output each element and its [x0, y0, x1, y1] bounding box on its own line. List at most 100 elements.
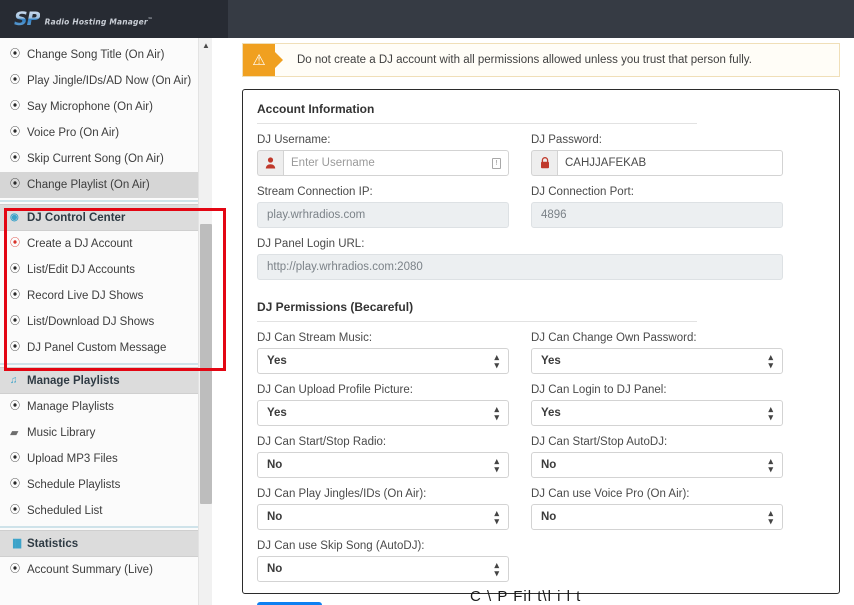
sidebar-item-change-song-title-on-air[interactable]: ⦿ Change Song Title (On Air) [0, 42, 211, 68]
caret-right-icon: ⦿ [10, 75, 20, 86]
brand-mark: SP [14, 8, 41, 30]
top-bar: SP Radio Hosting Manager™ [0, 0, 854, 38]
permission-select[interactable]: No ▴ ▾ [257, 556, 509, 582]
music-note-icon: ♫ [10, 374, 18, 386]
sidebar-item-create-a-dj-account[interactable]: ⦿ Create a DJ Account [0, 231, 211, 257]
username-input[interactable]: Enter Username ! [283, 150, 509, 176]
password-input[interactable]: CAHJJAFEKAB [557, 150, 783, 176]
sidebar-section-statistics[interactable]: ▐█ Statistics [0, 530, 211, 557]
account-information-title: Account Information [257, 102, 697, 124]
sidebar-item-music-library[interactable]: ▰ Music Library [0, 420, 211, 446]
permission-value: Yes [267, 355, 287, 367]
permission-select[interactable]: No ▴ ▾ [257, 504, 509, 530]
select-spinner-icon: ▴ ▾ [768, 508, 773, 526]
sidebar-item-label: Change Playlist (On Air) [27, 179, 150, 191]
permission-field-group: DJ Can Stream Music: Yes ▴ ▾ [257, 332, 509, 374]
permission-select[interactable]: No ▴ ▾ [257, 452, 509, 478]
permission-field-group: DJ Can Start/Stop AutoDJ: No ▴ ▾ [531, 436, 783, 478]
password-field-group: DJ Password: CAHJJAFEKAB [531, 134, 783, 176]
permission-select[interactable]: No ▴ ▾ [531, 452, 783, 478]
sidebar-item-say-microphone-on-air[interactable]: ⦿ Say Microphone (On Air) [0, 94, 211, 120]
permission-label: DJ Can Play Jingles/IDs (On Air): [257, 488, 427, 500]
caret-right-icon: ⦿ [10, 101, 20, 112]
lock-icon-svg [540, 157, 549, 169]
sidebar-item-label: Say Microphone (On Air) [27, 101, 153, 113]
port-group: DJ Connection Port: 4896 [531, 186, 783, 228]
permission-select[interactable]: Yes ▴ ▾ [531, 400, 783, 426]
sidebar-section-manage-playlists[interactable]: ♫ Manage Playlists [0, 367, 211, 394]
sidebar-item-list-download-dj-shows[interactable]: ⦿ List/Download DJ Shows [0, 309, 211, 335]
sidebar-item-play-jingle-ids-ad-now-on-air[interactable]: ⦿ Play Jingle/IDs/AD Now (On Air) [0, 68, 211, 94]
permission-value: No [267, 511, 283, 523]
permission-select[interactable]: Yes ▴ ▾ [257, 400, 509, 426]
sidebar-item-change-playlist-on-air[interactable]: ⦿ Change Playlist (On Air) [0, 172, 211, 198]
sidebar[interactable]: ⦿Jingles/IDs/AD (Pro)⦿Change Song Title … [0, 38, 212, 605]
sidebar-item-voice-pro-on-air[interactable]: ⦿ Voice Pro (On Air) [0, 120, 211, 146]
scroll-up-icon[interactable]: ▲ [199, 38, 213, 52]
permission-field-group: DJ Can Upload Profile Picture: Yes ▴ ▾ [257, 384, 509, 426]
sidebar-item-account-summary-live[interactable]: ⦿ Account Summary (Live) [0, 557, 211, 583]
user-circle-icon: ◉ [10, 211, 19, 223]
stream-ip-input: play.wrhradios.com [257, 202, 509, 228]
sidebar-scrollbar[interactable]: ▲ [198, 38, 212, 605]
select-spinner-icon: ▴ ▾ [494, 508, 499, 526]
sidebar-item-upload-mp3-files[interactable]: ⦿ Upload MP3 Files [0, 446, 211, 472]
permission-row: DJ Can Play Jingles/IDs (On Air): No ▴ ▾ DJ … [257, 488, 825, 530]
username-input-group[interactable]: Enter Username ! [257, 150, 509, 176]
account-form-panel: Account Information DJ Username: Enter U… [242, 89, 840, 605]
select-spinner-icon: ▴ ▾ [494, 456, 499, 474]
permission-select[interactable]: No ▴ ▾ [531, 504, 783, 530]
sidebar-section-dj-control-center[interactable]: ◉ DJ Control Center [0, 204, 211, 231]
sidebar-item-label: DJ Panel Custom Message [27, 342, 167, 354]
connection-row: Stream Connection IP: play.wrhradios.com… [257, 186, 825, 228]
permission-select[interactable]: Yes ▴ ▾ [531, 348, 783, 374]
panel-url-label: DJ Panel Login URL: [257, 238, 365, 250]
sidebar-item-manage-playlists[interactable]: ⦿ Manage Playlists [0, 394, 211, 420]
caret-right-icon: ⦿ [10, 264, 20, 275]
overflow-text: C \ P Fil t\l i l t [470, 588, 582, 605]
caret-right-icon: ⦿ [10, 564, 20, 575]
permission-label: DJ Can Upload Profile Picture: [257, 384, 413, 396]
permission-row: DJ Can Start/Stop Radio: No ▴ ▾ DJ Can Start… [257, 436, 825, 478]
permission-value: Yes [267, 407, 287, 419]
sidebar-item-scheduled-list[interactable]: ⦿ Scheduled List [0, 498, 211, 524]
sidebar-item-label: Music Library [27, 427, 96, 439]
caret-right-icon: ⦿ [10, 505, 20, 516]
sidebar-item-skip-current-song-on-air[interactable]: ⦿ Skip Current Song (On Air) [0, 146, 211, 172]
panel-url-input: http://play.wrhradios.com:2080 [257, 254, 783, 280]
panel-url-row: DJ Panel Login URL: http://play.wrhradio… [257, 238, 825, 280]
sidebar-item-list-edit-dj-accounts[interactable]: ⦿ List/Edit DJ Accounts [0, 257, 211, 283]
sidebar-separator [0, 363, 211, 365]
caret-right-icon: ⦿ [10, 401, 20, 412]
sidebar-item-label: Schedule Playlists [27, 479, 121, 491]
brand-tagline: Radio Hosting Manager™ [44, 16, 153, 27]
permission-row: DJ Can Upload Profile Picture: Yes ▴ ▾ DJ Ca… [257, 384, 825, 426]
panel-url-group: DJ Panel Login URL: http://play.wrhradio… [257, 238, 783, 280]
permission-label: DJ Can use Voice Pro (On Air): [531, 488, 690, 500]
sidebar-item-label: Manage Playlists [27, 401, 114, 413]
permission-select[interactable]: Yes ▴ ▾ [257, 348, 509, 374]
caret-right-icon: ⦿ [10, 453, 20, 464]
permissions-grid: DJ Can Stream Music: Yes ▴ ▾ DJ Can Change O… [257, 332, 825, 582]
caret-right-icon: ⦿ [10, 49, 20, 60]
sidebar-item-dj-panel-custom-message[interactable]: ⦿ DJ Panel Custom Message [0, 335, 211, 361]
permission-value: No [541, 511, 557, 523]
sidebar-item-record-live-dj-shows[interactable]: ⦿ Record Live DJ Shows [0, 283, 211, 309]
scrollbar-thumb[interactable] [200, 224, 212, 504]
permission-value: Yes [541, 407, 561, 419]
bar-chart-icon: ▐█ [10, 538, 22, 548]
password-value: CAHJJAFEKAB [565, 157, 647, 169]
caret-right-icon: ⦿ [10, 316, 20, 327]
select-spinner-icon: ▴ ▾ [494, 404, 499, 422]
sidebar-item-label: Record Live DJ Shows [27, 290, 144, 302]
sidebar-item-schedule-playlists[interactable]: ⦿ Schedule Playlists [0, 472, 211, 498]
sidebar-separator [0, 526, 211, 528]
brand-logo[interactable]: SP Radio Hosting Manager™ [0, 0, 228, 38]
folder-icon: ▰ [10, 426, 19, 439]
main-content: ⚠ Do not create a DJ account with all pe… [228, 38, 854, 605]
select-spinner-icon: ▴ ▾ [768, 456, 773, 474]
sidebar-section-label: Statistics [27, 537, 79, 550]
caret-right-icon: ⦿ [10, 179, 20, 190]
user-icon [257, 150, 283, 176]
password-input-group[interactable]: CAHJJAFEKAB [531, 150, 783, 176]
